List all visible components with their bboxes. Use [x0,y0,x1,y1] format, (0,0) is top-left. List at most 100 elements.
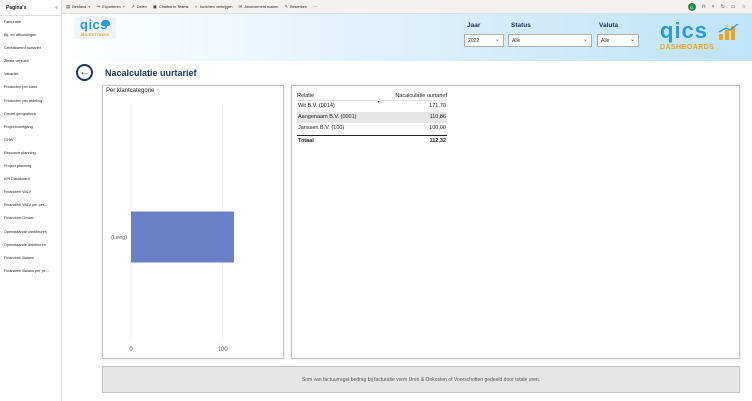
favorite-icon[interactable]: ☆ [742,4,746,10]
sidebar-item[interactable]: Openstaande crediteuren [0,226,61,239]
column-header-relatie[interactable]: Relatie [297,93,395,99]
toolbar-item-label: Abonnement maken [244,4,279,9]
toolbar-item-label: Delen [136,4,147,9]
table-row[interactable]: Janssen B.V. (100) 100,00 [297,123,447,134]
sidebar-item[interactable]: Producten per afdeling [0,95,61,108]
cell-nacalculatie: 110,86 [429,114,446,121]
sidebar-item[interactable]: Financieel W&V [0,186,61,199]
comment-icon[interactable]: ▭ [731,4,736,10]
table-row[interactable]: Wit B.V. (0014) 171,70 [297,101,447,112]
table-row[interactable]: Aangenaam B.V. (0001) 110,86 [297,111,447,123]
collapse-sidebar-icon[interactable]: « [55,5,58,11]
filter-jaar-dropdown[interactable]: 2022 ⌄ [464,34,504,47]
total-label: Totaal [298,138,314,145]
chevron-down-icon: ˅ [88,4,91,9]
filter-status-value: Alle [512,37,521,44]
sidebar-item[interactable]: Openstaande debiteuren [0,239,61,252]
teams-icon: ▣ [152,3,157,9]
description-note: Som van factuurregel bedrag bij facturat… [102,366,740,393]
toolbar-actions: ▤ Bestand ˅ ⇥ Exporteren ˅ ↗ Delen ▣ Chatten in T… [66,4,325,10]
sidebar-item[interactable]: Facturatie [0,16,61,29]
report-canvas: qics MILESTONES Jaar 2022 ⌄ Status Alle … [62,14,752,401]
filter-jaar-value: 2022 [468,37,480,44]
qics-milestones-logo: qics MILESTONES [74,17,116,39]
bookmark-chevron-icon[interactable]: ˅ [712,4,715,10]
cell-relatie: Wit B.V. (0014) [298,103,335,110]
page-title: Nacalculatie uurtarief [105,68,197,78]
total-value: 112,32 [429,138,446,145]
sidebar-item[interactable]: Financieel Omzet [0,212,61,225]
category-label: (Leeg) [111,235,127,241]
back-arrow-icon[interactable]: ← [76,64,93,81]
x-tick-label: 100 [218,347,229,353]
chart-card[interactable]: Per klantcategorie 0 100 (Leeg) [102,85,284,359]
qics-dashboards-logo: qics DASHBOARDS [658,18,744,54]
chevron-down-icon: ⌄ [629,37,635,43]
more-icon: ··· [312,4,318,9]
toolbar-item[interactable]: ✉ Abonnement maken [239,4,279,10]
relatie-table: Relatie Nacalculatie uurtarief ▼ Wit B.V… [297,90,447,146]
toolbar-item[interactable]: ♁ Inzichten verkrijgen [194,4,232,9]
cell-nacalculatie: 171,70 [429,103,446,110]
sidebar-header: Pagina's « [0,0,61,16]
toolbar-item[interactable]: ⇥ Exporteren ˅ [96,4,125,10]
table-card[interactable]: Relatie Nacalculatie uurtarief ▼ Wit B.V… [291,85,740,359]
sidebar-item[interactable]: Vakantie [0,68,61,81]
filter-status-label: Status [511,22,531,29]
report-banner: qics MILESTONES Jaar 2022 ⌄ Status Alle … [62,14,752,61]
document-icon: ▤ [66,3,71,9]
sidebar-item[interactable]: Ziekte verzuim [0,55,61,68]
bar[interactable] [131,211,234,263]
logo-right-subtext: DASHBOARDS [660,44,715,51]
sidebar-item[interactable]: Financieel Balans [0,252,61,265]
back-arrow-glyph: ← [79,66,90,78]
toolbar-item[interactable]: ▤ Bestand ˅ [66,4,90,10]
toolbar-right: G ⊓ ˅ ↻ ▭ ☆ [687,0,746,14]
toolbar-item[interactable]: ▣ Chatten in Teams [153,4,189,10]
sidebar-item[interactable]: Project planning [0,160,61,173]
refresh-icon[interactable]: ↻ [721,4,725,10]
filter-valuta-value: Alle [601,37,610,44]
filter-status-dropdown[interactable]: Alle ⌄ [508,34,592,47]
sidebar-item[interactable]: Resource planning [0,147,61,160]
table-total-row: Totaal 112,32 [297,135,447,146]
sidebar-item[interactable]: Bij- en afboekingen [0,29,61,42]
chevron-down-icon: ⌄ [582,37,588,43]
sidebar-item[interactable]: Omzet geografisch [0,108,61,121]
lightbulb-icon: ♁ [194,4,198,9]
note-text: Som van factuurregel bedrag bij facturat… [301,376,541,383]
cell-nacalculatie: 100,00 [429,124,446,131]
sidebar-item[interactable]: OHW [0,134,61,147]
logo-left-subtext: MILESTONES [81,32,109,37]
column-header-nacalculatie[interactable]: Nacalculatie uurtarief [395,93,447,99]
sort-descending-icon[interactable]: ▼ [377,100,380,104]
sidebar-item[interactable]: Financieel W&V per per... [0,199,61,212]
sidebar-item[interactable]: Gerealiseerd uurtarief [0,42,61,55]
share-icon: ↗ [131,3,135,9]
mail-icon: ✉ [238,3,243,9]
toolbar-item[interactable]: ··· [313,4,320,9]
chevron-down-icon: ⌄ [494,37,500,43]
sidebar-item[interactable]: Producten per klant [0,81,61,94]
logo-right-text: qics [660,18,709,43]
filter-valuta-label: Valuta [599,22,619,29]
user-avatar[interactable]: G [687,3,696,11]
export-icon: ⇥ [96,3,101,9]
sidebar-title: Pagina's [6,4,27,11]
toolbar-item-label: Chatten in Teams [158,4,189,9]
x-tick-label: 0 [129,347,133,353]
toolbar-item-label: Bewerken [290,4,307,9]
bookmark-icon[interactable]: ⊓ [702,4,706,10]
toolbar-item[interactable]: ✎ Bewerken [284,4,307,10]
toolbar-item-label: Inzichten verkrijgen [199,4,233,9]
filter-jaar-label: Jaar [467,22,481,29]
toolbar-item[interactable]: ↗ Delen [131,4,147,10]
cloud-icon [101,20,110,26]
pencil-icon: ✎ [284,3,289,9]
sidebar-item[interactable]: KPI Dashboard [0,173,61,186]
sidebar-item[interactable]: Financieel Balans per pe... [0,265,61,278]
filter-valuta-dropdown[interactable]: Alle ⌄ [597,34,639,47]
table-header: Relatie Nacalculatie uurtarief ▼ [297,90,447,104]
cell-relatie: Janssen B.V. (100) [298,124,345,131]
sidebar-item[interactable]: Projectvoortgang [0,121,61,134]
